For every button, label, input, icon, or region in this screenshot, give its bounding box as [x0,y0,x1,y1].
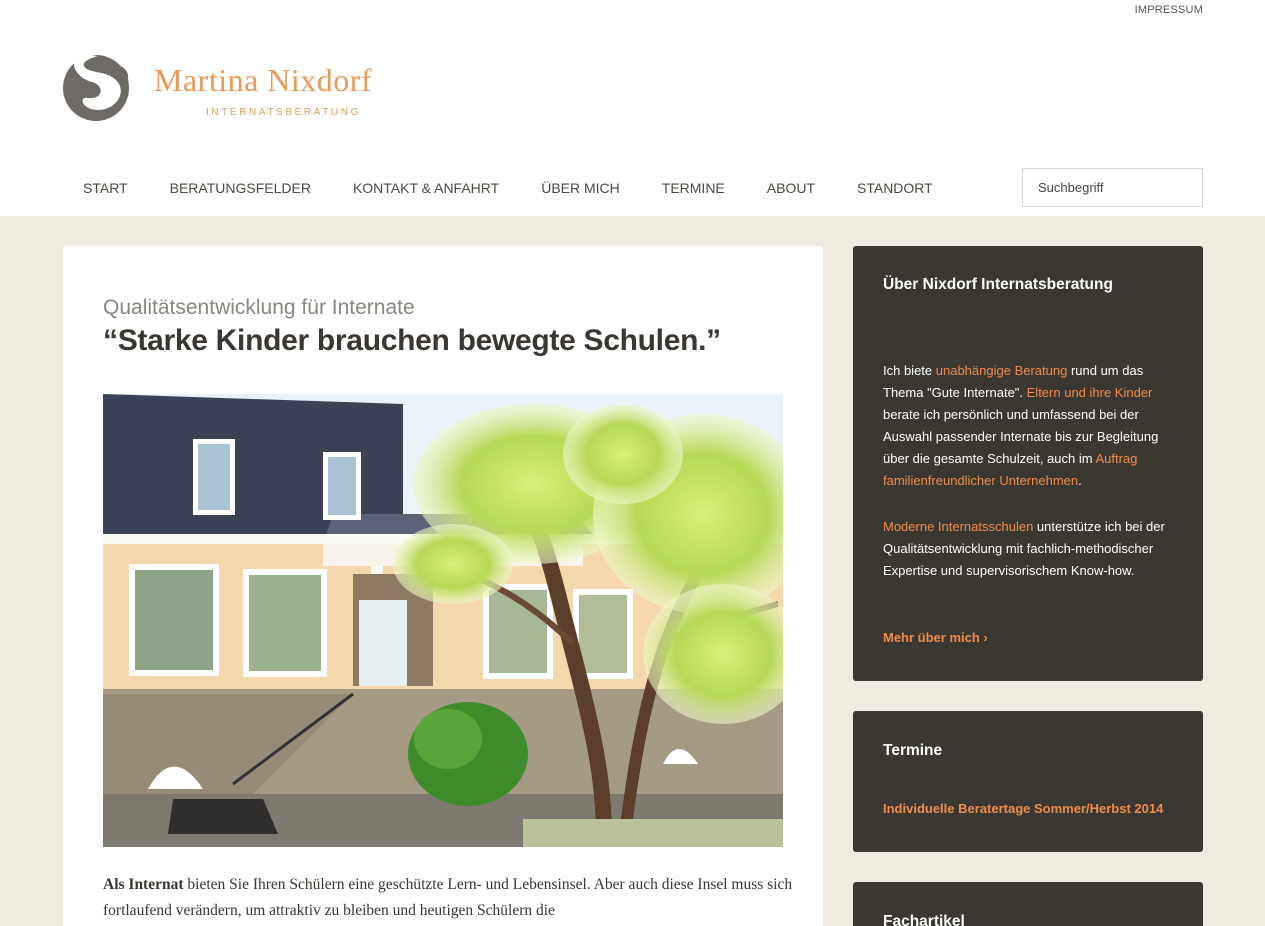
link-eltern-kinder[interactable]: Eltern und ihre Kinder [1027,385,1153,400]
search-input[interactable] [1022,168,1203,207]
article-headline: “Starke Kinder brauchen bewegte Schulen.… [103,324,721,357]
fachartikel-widget-title: Fachartikel [883,913,965,926]
boarding-school-photo [103,394,783,847]
nav-item-kontakt[interactable]: KONTAKT & ANFAHRT [332,168,520,208]
link-unabhaengige-beratung[interactable]: unabhängige Beratung [936,363,1068,378]
about-widget: Über Nixdorf Internatsberatung Ich biete… [853,246,1203,681]
nav-item-beratungsfelder[interactable]: BERATUNGSFELDER [149,168,332,208]
logo-mark-icon [63,54,129,121]
impressum-link[interactable]: IMPRESSUM [1135,4,1203,16]
about-paragraph-1: Ich biete unabhängige Beratung rund um d… [883,360,1178,492]
nav-item-ueber-mich[interactable]: ÜBER MICH [520,168,641,208]
site-header: IMPRESSUM Martina Nixdorf INTERNATSBERAT… [0,0,1265,216]
about-paragraph-2: Moderne Internatsschulen unterstütze ich… [883,516,1178,582]
logo-name: Martina Nixdorf [154,62,373,98]
link-moderne-internatsschulen[interactable]: Moderne Internatsschulen [883,519,1033,534]
article-kicker: Qualitätsentwicklung für Internate [103,296,415,319]
about-text: . [1078,473,1082,488]
about-text: Ich biete [883,363,936,378]
article-lead-text: bieten Sie Ihren Schülern eine geschützt… [103,876,793,919]
nav-item-about[interactable]: ABOUT [746,168,836,208]
main-content: Qualitätsentwicklung für Internate “Star… [63,246,823,926]
nav-item-start[interactable]: START [62,168,149,208]
more-about-me-link[interactable]: Mehr über mich › [883,630,988,645]
nav-item-standort[interactable]: STANDORT [836,168,954,208]
fachartikel-widget: Fachartikel [853,882,1203,926]
boarding-school-illustration [103,394,783,847]
logo-tagline: INTERNATSBERATUNG [206,107,361,118]
main-nav: START BERATUNGSFELDER KONTAKT & ANFAHRT … [62,168,954,208]
article-body: Als Internat bieten Sie Ihren Schülern e… [103,872,793,924]
event-link[interactable]: Individuelle Beratertage Sommer/Herbst 2… [883,801,1163,816]
article-lead-bold: Als Internat [103,876,184,893]
about-widget-title: Über Nixdorf Internatsberatung [883,276,1113,293]
termine-widget-title: Termine [883,742,943,759]
termine-widget: Termine Individuelle Beratertage Sommer/… [853,711,1203,852]
nav-item-termine[interactable]: TERMINE [641,168,746,208]
